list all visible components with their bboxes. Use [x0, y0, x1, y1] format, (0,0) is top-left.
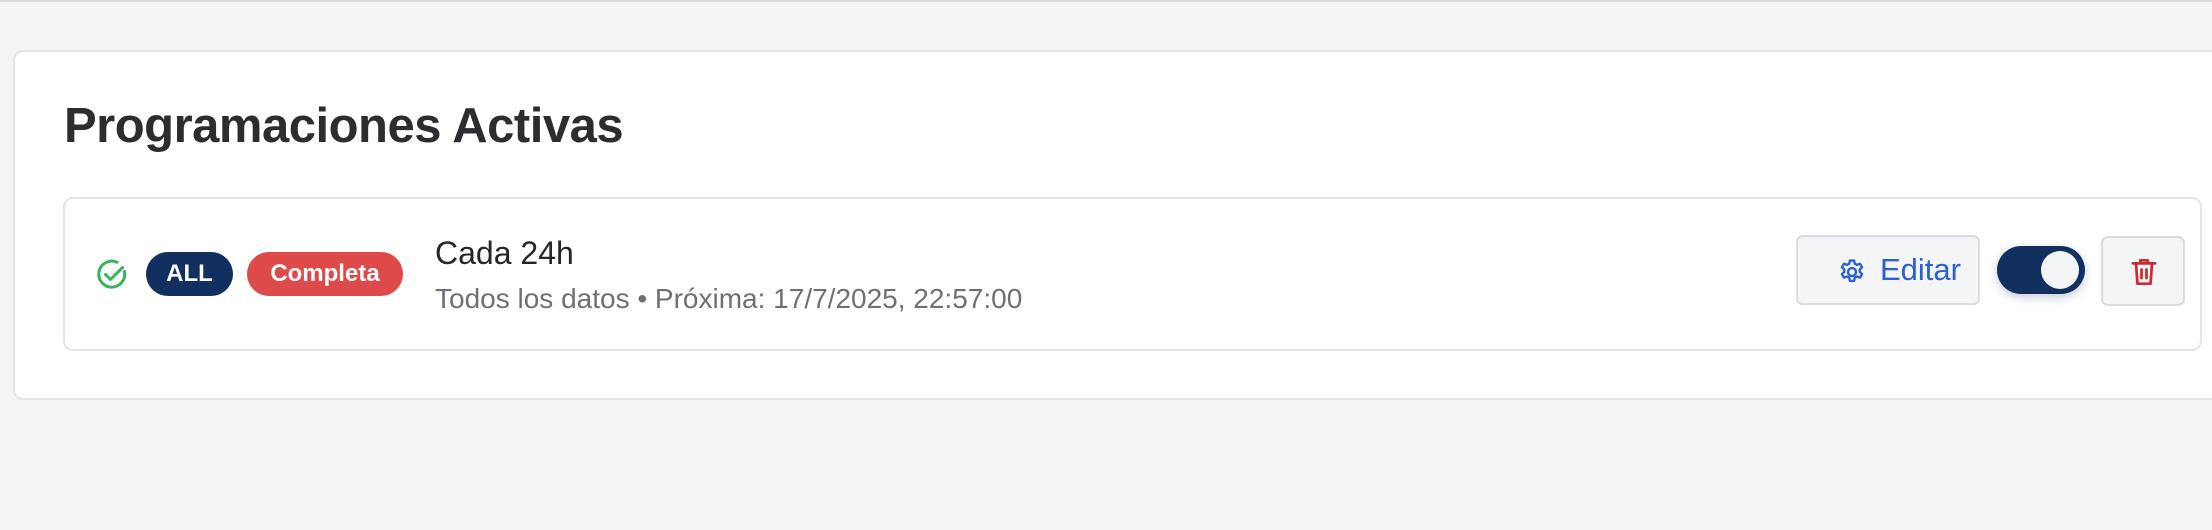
toggle-knob	[2041, 251, 2079, 289]
schedule-details: Todos los datos • Próxima: 17/7/2025, 22…	[435, 283, 1023, 314]
mode-badge: Completa	[247, 252, 403, 296]
schedule-frequency: Cada 24h	[435, 235, 574, 271]
trash-icon	[2131, 258, 2157, 286]
schedule-row: ALL Completa Cada 24h Todos los datos • …	[63, 197, 2202, 351]
active-schedules-panel: Programaciones Activas ALL Completa Cada…	[13, 50, 2212, 400]
gear-icon	[1840, 259, 1864, 283]
schedule-enabled-toggle[interactable]	[1997, 246, 2085, 294]
scope-badge: ALL	[146, 252, 233, 296]
edit-button[interactable]: Editar	[1796, 235, 1980, 305]
check-circle-icon	[97, 259, 127, 289]
page-title: Programaciones Activas	[64, 99, 624, 153]
top-divider	[0, 0, 2212, 2]
edit-button-label: Editar	[1880, 252, 1961, 287]
delete-button[interactable]	[2101, 236, 2185, 306]
